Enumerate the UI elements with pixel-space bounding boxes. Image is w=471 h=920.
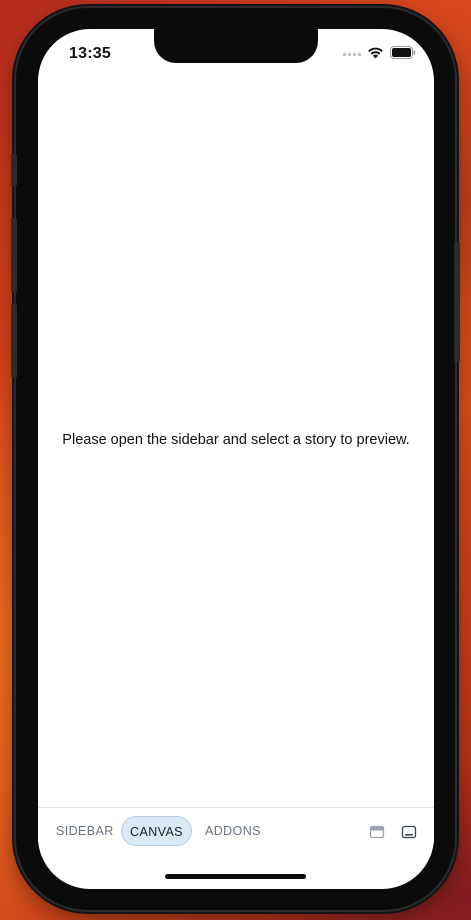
toggle-top-panel-icon[interactable] [369,824,385,840]
notch [154,29,318,63]
wifi-icon [368,47,383,59]
empty-canvas-message: Please open the sidebar and select a sto… [62,432,410,448]
tab-canvas[interactable]: CANVAS [121,816,192,846]
status-time: 13:35 [69,45,111,62]
volume-up-button [11,218,17,292]
silent-switch [11,154,17,186]
volume-down-button [11,304,17,378]
tab-addons[interactable]: ADDONS [205,816,261,846]
cellular-signal-icon [343,53,361,56]
bottom-tab-bar: SIDEBAR CANVAS ADDONS [38,807,434,856]
toggle-bottom-panel-icon[interactable] [401,824,417,840]
battery-icon [390,46,416,59]
phone-screen: 13:35 Please open the sidebar and select… [38,29,434,889]
home-indicator [165,874,306,879]
status-icons [343,46,416,59]
power-button [454,242,460,362]
tab-sidebar[interactable]: SIDEBAR [56,816,114,846]
